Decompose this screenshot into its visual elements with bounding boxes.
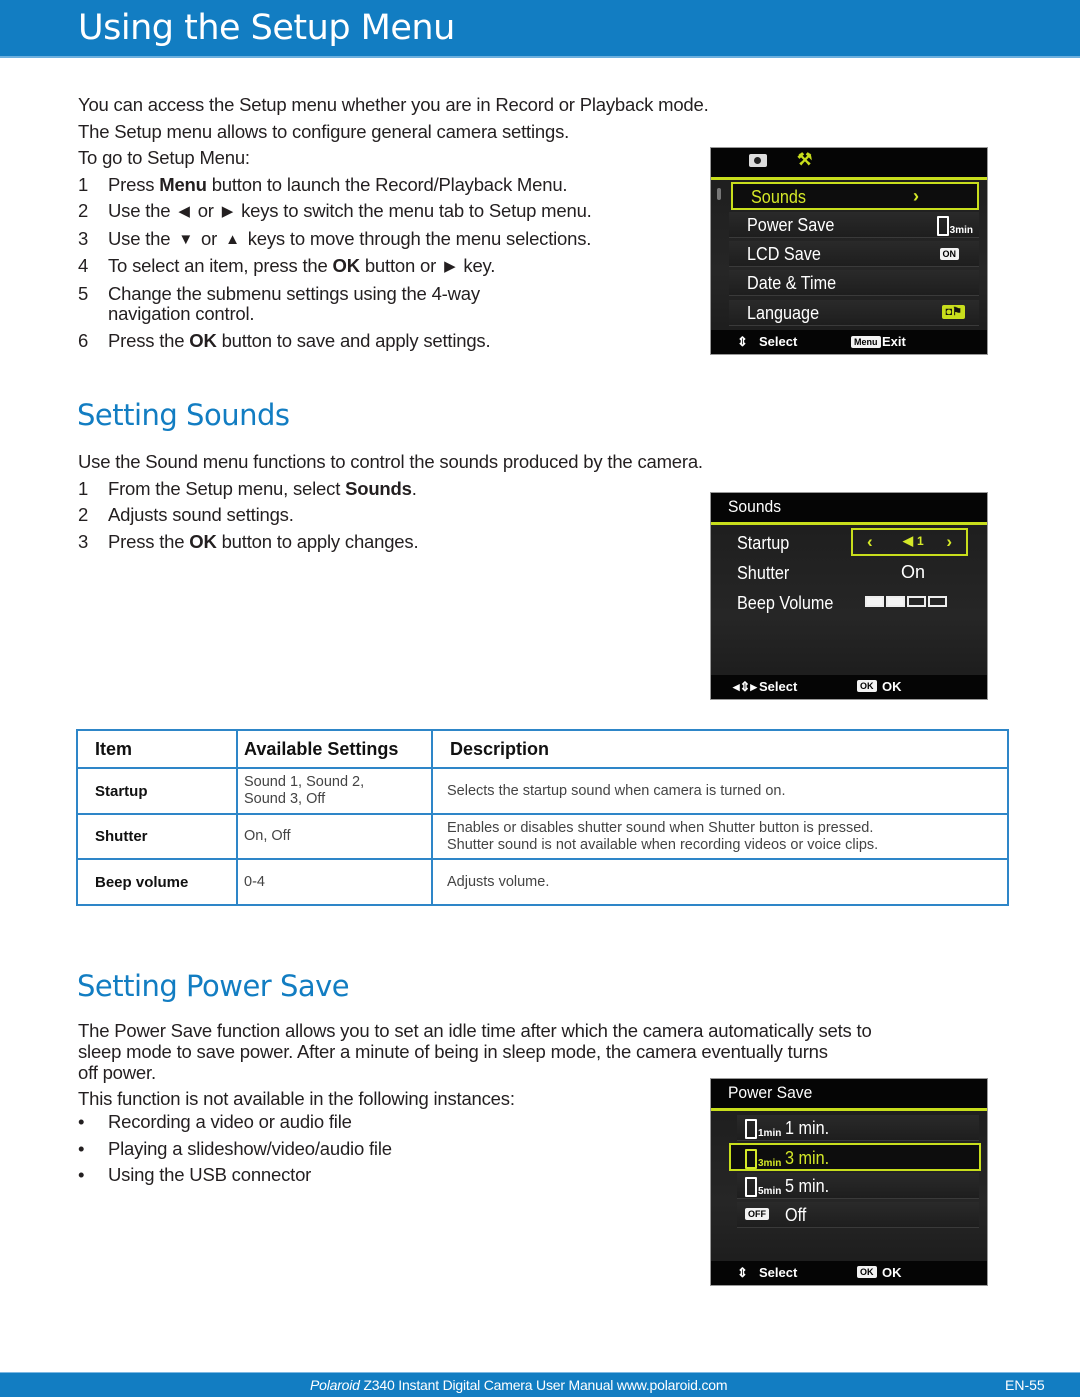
beep-volume-segment bbox=[928, 596, 947, 607]
screen-header: ⚒ bbox=[711, 148, 987, 180]
chevron-right-icon: › bbox=[913, 186, 919, 206]
beep-volume-segment bbox=[865, 596, 884, 607]
beep-volume-bar[interactable] bbox=[865, 596, 947, 608]
step: 3 Use the ▼ or ▲ keys to move through the me… bbox=[78, 226, 818, 254]
step: 5 Change the submenu settings using the … bbox=[78, 282, 480, 324]
sounds-screenshot: Sounds Startup ‹ ◀ 1 › Shutter On Beep V… bbox=[710, 492, 988, 700]
setup-steps: 1 Press Menu button to launch the Record… bbox=[78, 172, 818, 355]
menu-badge: Menu bbox=[851, 336, 881, 348]
off-badge: OFF bbox=[745, 1208, 769, 1220]
speaker-icon: ◀ bbox=[903, 533, 913, 548]
step: 4 To select an item, press the OK button… bbox=[78, 253, 818, 281]
table-row: Shutter On, Off Enables or disables shut… bbox=[76, 813, 1009, 860]
power-option-3min[interactable]: 3min 3 min. bbox=[729, 1143, 981, 1171]
battery-timer-icon: 1min bbox=[745, 1119, 781, 1139]
menu-item-lcd-save[interactable]: LCD Save ON bbox=[729, 241, 979, 267]
startup-label: Startup bbox=[737, 533, 790, 553]
camera-icon bbox=[749, 154, 767, 167]
step: 1 Press Menu button to launch the Record… bbox=[78, 172, 818, 199]
menu-item-power-save[interactable]: Power Save 3min bbox=[729, 212, 979, 238]
step-number: 4 bbox=[78, 255, 89, 276]
scrollbar[interactable] bbox=[717, 188, 721, 200]
shutter-value[interactable]: On bbox=[901, 562, 925, 583]
section-heading-power-save: Setting Power Save bbox=[77, 969, 350, 1003]
step-number: 2 bbox=[78, 200, 89, 221]
screen-footer: ⇕ Select OK OK bbox=[711, 1261, 987, 1285]
beep-volume-segment bbox=[907, 596, 926, 607]
column-header: Available Settings bbox=[236, 729, 433, 769]
menu-item-date-time[interactable]: Date & Time bbox=[729, 270, 979, 296]
column-header: Item bbox=[76, 729, 238, 769]
power-option-1min[interactable]: 1min 1 min. bbox=[737, 1115, 979, 1141]
screen-footer: ◂⇕▸ Select OK OK bbox=[711, 675, 987, 699]
startup-selector[interactable]: ‹ ◀ 1 › bbox=[851, 528, 968, 556]
step: 6 Press the OK button to save and apply … bbox=[78, 328, 818, 355]
table-row: Beep volume 0-4 Adjusts volume. bbox=[76, 858, 1009, 906]
page-number: EN-55 bbox=[1005, 1377, 1045, 1393]
ok-badge: OK bbox=[857, 1266, 877, 1278]
intro-section: You can access the Setup menu whether yo… bbox=[78, 92, 818, 355]
sounds-settings-table: Item Available Settings Description Star… bbox=[76, 729, 1009, 906]
ok-badge: OK bbox=[857, 680, 877, 692]
right-arrow-icon: ▶ bbox=[444, 258, 456, 275]
step-number: 6 bbox=[78, 330, 89, 351]
menu-item-language[interactable]: Language ◘⚑ bbox=[729, 300, 979, 326]
brand-name: Polaroid bbox=[310, 1377, 360, 1393]
language-icon: ◘⚑ bbox=[942, 305, 965, 319]
right-arrow-icon: ▶ bbox=[221, 203, 234, 220]
page-footer: Polaroid Z340 Instant Digital Camera Use… bbox=[0, 1372, 1080, 1397]
power-save-screenshot: Power Save 1min 1 min. 3min 3 min. 5min … bbox=[710, 1078, 988, 1286]
select-icon: ⇕ bbox=[737, 1265, 748, 1280]
step-number: 1 bbox=[78, 173, 89, 195]
intro-line: You can access the Setup menu whether yo… bbox=[78, 94, 709, 115]
intro-line: The Setup menu allows to configure gener… bbox=[78, 120, 570, 142]
battery-timer-icon: 3min bbox=[745, 1149, 781, 1169]
up-arrow-icon: ▲ bbox=[225, 230, 240, 248]
section-heading-sounds: Setting Sounds bbox=[77, 398, 290, 432]
battery-timer-icon: 3min bbox=[937, 216, 973, 236]
table-header-row: Item Available Settings Description bbox=[76, 729, 1009, 769]
beep-volume-segment bbox=[886, 596, 905, 607]
select-icon: ◂⇕▸ bbox=[733, 679, 757, 694]
chevron-right-icon[interactable]: › bbox=[946, 532, 952, 552]
screen-header: Sounds bbox=[711, 493, 987, 525]
screen-footer: ⇕ Select Menu Exit bbox=[711, 330, 987, 354]
down-arrow-icon: ▼ bbox=[178, 230, 194, 248]
page-title: Using the Setup Menu bbox=[78, 8, 455, 48]
footer-text: Z340 Instant Digital Camera User Manual … bbox=[359, 1377, 728, 1393]
table-row: Startup Sound 1, Sound 2, Sound 3, Off Se… bbox=[76, 767, 1009, 815]
shutter-label: Shutter bbox=[737, 563, 790, 583]
step-number: 5 bbox=[78, 282, 89, 304]
startup-value: 1 bbox=[917, 534, 924, 548]
menu-item-sounds[interactable]: Sounds › bbox=[731, 182, 979, 210]
column-header: Description bbox=[431, 729, 1009, 769]
step: 2 Use the ◀ or ▶ keys to switch the menu tab… bbox=[78, 198, 818, 226]
intro-line: To go to Setup Menu: bbox=[78, 147, 250, 168]
wrench-icon: ⚒ bbox=[797, 150, 813, 169]
power-option-5min[interactable]: 5min 5 min. bbox=[737, 1173, 979, 1199]
setup-menu-screenshot: ⚒ Sounds › Power Save 3min LCD Save ON D… bbox=[710, 147, 988, 355]
screen-header: Power Save bbox=[711, 1079, 987, 1111]
title-bar: Using the Setup Menu bbox=[0, 0, 1080, 58]
on-badge: ON bbox=[939, 248, 959, 260]
battery-timer-icon: 5min bbox=[745, 1177, 781, 1197]
left-arrow-icon: ◀ bbox=[178, 203, 190, 220]
chevron-left-icon[interactable]: ‹ bbox=[867, 532, 873, 552]
beep-volume-label: Beep Volume bbox=[737, 593, 834, 613]
step-number: 3 bbox=[78, 227, 89, 249]
select-icon: ⇕ bbox=[737, 334, 748, 349]
power-option-off[interactable]: OFF Off bbox=[737, 1202, 979, 1228]
